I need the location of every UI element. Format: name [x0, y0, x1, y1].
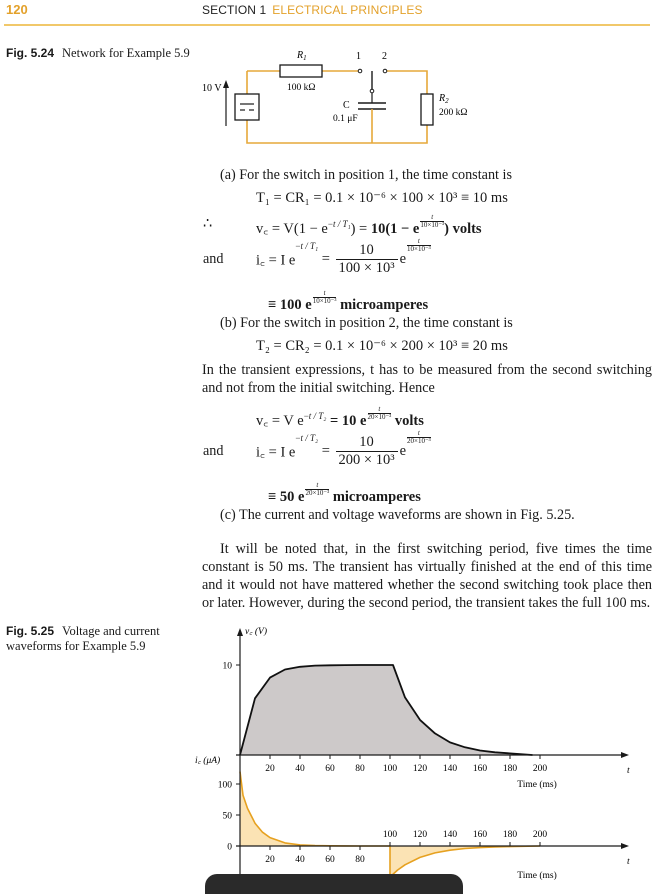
ic-x-tick-label: 200	[533, 830, 548, 840]
part-b-time-constant: T₂ = CR₂ = 0.1 × 10⁻⁶ × 200 × 10³ ≡ 20 m…	[256, 338, 508, 354]
part-b-vc-equation: v꜀ = V e−t / T₂ = 10 e t 20×10⁻³ volts	[256, 405, 424, 430]
vc-y-axis-arrow	[237, 628, 243, 636]
fig-5-25-caption: Fig. 5.25 Voltage and current waveforms f…	[6, 624, 191, 654]
ic-x-tick-label: 160	[473, 830, 488, 840]
vc-x-tick-label: 20	[265, 764, 275, 774]
switch-terminal-2[interactable]	[382, 68, 388, 74]
fig-5-24-label: Fig. 5.24	[6, 46, 55, 60]
switch-pos-2-label: 2	[382, 51, 387, 62]
vc-y-tick-label: 10	[223, 662, 233, 672]
vc-x-tick-label: 40	[295, 764, 305, 774]
ic-x-tick-label: 180	[503, 830, 518, 840]
resistor-r2	[420, 93, 434, 126]
ic-x-tick-label: 140	[443, 830, 458, 840]
vc-x-axis-title: Time (ms)	[517, 779, 557, 790]
switch-pivot	[369, 88, 375, 94]
circuit-wires	[246, 70, 428, 144]
bottom-overlay-bar	[205, 874, 463, 894]
r2-label: R2	[438, 93, 449, 105]
ic-x-tick-label: 20	[265, 855, 275, 865]
transient-note: In the transient expressions, t has to b…	[202, 362, 652, 396]
ic-t-label: t	[627, 857, 630, 867]
waveform-chart: 1020 40 60 80 100 120 140 160 180 200Time (ms)t 1…	[195, 626, 630, 882]
part-a-vc-equation: v꜀ = V(1 − e−t / T₁) = 10(1 − e t 10×10⁻³)…	[256, 213, 482, 238]
ic-y-tick-label: 50	[223, 812, 233, 822]
fig-5-24-caption-text: Network for Example 5.9	[62, 46, 190, 60]
vc-x-tick-label: 180	[503, 764, 518, 774]
ic-x-tick-label: 80	[355, 855, 365, 865]
ic-x-tick-label: 120	[413, 830, 428, 840]
closing-paragraph: It will be noted that, in the first swit…	[202, 541, 652, 611]
switch-terminal-1[interactable]	[357, 68, 363, 74]
header-rule	[4, 24, 650, 26]
part-a-time-constant: T₁ = CR₁ = 0.1 × 10⁻⁶ × 100 × 10³ ≡ 10 m…	[256, 190, 508, 206]
resistor-r1	[279, 64, 323, 78]
switch-pos-1-label: 1	[356, 51, 361, 62]
part-b-ic-equation: i꜀ = I e−t / T₂ = 10 200 × 10³ e t 20×10⁻³	[256, 429, 431, 469]
part-a-intro: (a) For the switch in position 1, the ti…	[220, 167, 512, 183]
vc-x-tick-label: 200	[533, 764, 548, 774]
vc-axis-label: v꜀ (V)	[245, 626, 267, 637]
vc-x-tick-label: 80	[355, 764, 365, 774]
vc-x-axis-arrow	[621, 752, 629, 758]
and-label-b: and	[203, 443, 224, 459]
ic-x-tick-label: 60	[325, 855, 335, 865]
dc-source	[234, 93, 260, 121]
part-a-ic-result: ≡ 100 e t 10×10⁻³ microamperes	[268, 289, 429, 314]
vc-area-fill	[240, 665, 533, 755]
capacitor	[358, 102, 386, 114]
r1-value: 100 kΩ	[287, 83, 315, 93]
therefore-symbol: ∴	[203, 216, 213, 232]
part-c-text: (c) The current and voltage waveforms ar…	[220, 507, 575, 523]
circuit-diagram: 10 V R1 100 kΩ 1 2 C 0.1 μF R2 200 kΩ	[202, 50, 467, 144]
vc-x-tick-label: 160	[473, 764, 488, 774]
vc-x-tick-label: 60	[325, 764, 335, 774]
ic-axis-label: i꜀ (μA)	[195, 755, 220, 766]
ic-x-axis-arrow	[621, 843, 629, 849]
wire-top-right	[386, 70, 428, 94]
current-waveform-plot: 1005005020406080100120140160180200Time (…	[218, 757, 630, 882]
ic-y-tick-label: 100	[218, 781, 233, 791]
r2-value: 200 kΩ	[439, 108, 467, 118]
cap-label: C	[343, 100, 350, 111]
voltage-waveform-plot: 10 20 40 60 80 100 120 140 160 180 200 Time (ms) t	[223, 628, 630, 790]
source-label: 10 V	[202, 83, 222, 94]
and-label-a: and	[203, 251, 224, 267]
page-number: 120	[6, 2, 28, 17]
fig-5-25-label: Fig. 5.25	[6, 624, 55, 638]
cap-value: 0.1 μF	[333, 114, 358, 124]
section-label: SECTION 1	[202, 3, 267, 17]
voltage-arrow-icon	[223, 80, 229, 126]
part-b-ic-result: ≡ 50 e t 20×10⁻³ microamperes	[268, 481, 421, 506]
ic-y-tick-label: 0	[227, 843, 232, 853]
section-title: ELECTRICAL PRINCIPLES	[272, 3, 423, 17]
ic-x-tick-label: 40	[295, 855, 305, 865]
ic-curve	[239, 771, 541, 878]
part-a-ic-equation: i꜀ = I e−t / T₁ = 10 100 × 10³ e t 10×10⁻³	[256, 237, 431, 277]
fig-5-24-caption: Fig. 5.24 Network for Example 5.9	[6, 46, 191, 61]
vc-t-label: t	[627, 766, 630, 776]
part-b-intro: (b) For the switch in position 2, the ti…	[220, 315, 513, 331]
r1-label: R1	[296, 50, 307, 62]
ic-area-fill-positive	[240, 771, 390, 846]
ic-x-axis-title: Time (ms)	[517, 870, 557, 881]
vc-x-tick-label: 140	[443, 764, 458, 774]
ic-x-tick-label: 100	[383, 830, 398, 840]
vc-x-tick-label: 120	[413, 764, 428, 774]
section-header: SECTION 1 ELECTRICAL PRINCIPLES	[202, 3, 423, 17]
vc-x-tick-label: 100	[383, 764, 398, 774]
